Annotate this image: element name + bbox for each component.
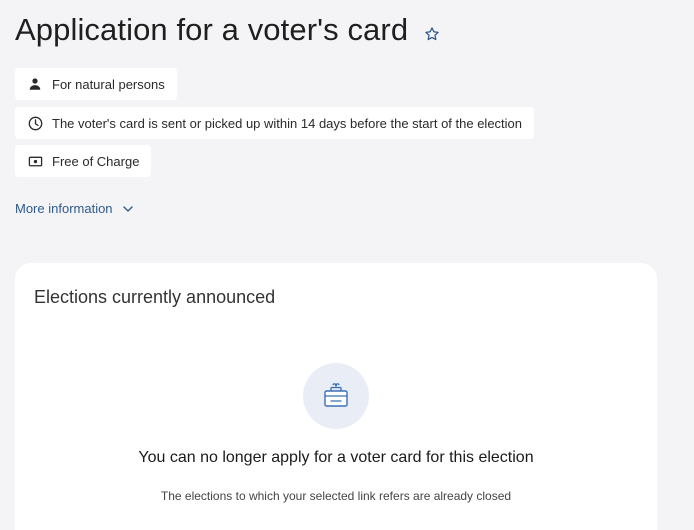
page-title: Application for a voter's card: [15, 12, 409, 47]
card-title: Elections currently announced: [34, 287, 276, 307]
elections-card: Elections currently announced You can no…: [15, 263, 657, 530]
ballot-box-icon: [303, 363, 369, 429]
info-chip-cost: Free of Charge: [15, 145, 152, 177]
empty-state-subtitle: The elections to which your selected lin…: [160, 489, 512, 503]
chevron-down-icon: [122, 203, 134, 215]
info-chip-label: Free of Charge: [52, 153, 140, 169]
more-information-label: More information: [15, 201, 113, 216]
empty-state-title: You can no longer apply for a voter card…: [138, 449, 534, 466]
title-row: Application for a voter's card: [15, 12, 441, 48]
info-chip-label: For natural persons: [52, 76, 165, 92]
money-icon: [27, 153, 43, 169]
more-information-toggle[interactable]: More information: [15, 201, 134, 216]
star-outline-icon[interactable]: [423, 25, 441, 43]
info-chip-label: The voter's card is sent or picked up wi…: [52, 115, 523, 131]
page: Application for a voter's card For natur…: [0, 0, 694, 530]
info-chip-natural-persons: For natural persons: [15, 68, 177, 100]
clock-icon: [27, 115, 43, 131]
person-icon: [27, 76, 43, 92]
info-chip-delivery-time: The voter's card is sent or picked up wi…: [15, 107, 535, 139]
